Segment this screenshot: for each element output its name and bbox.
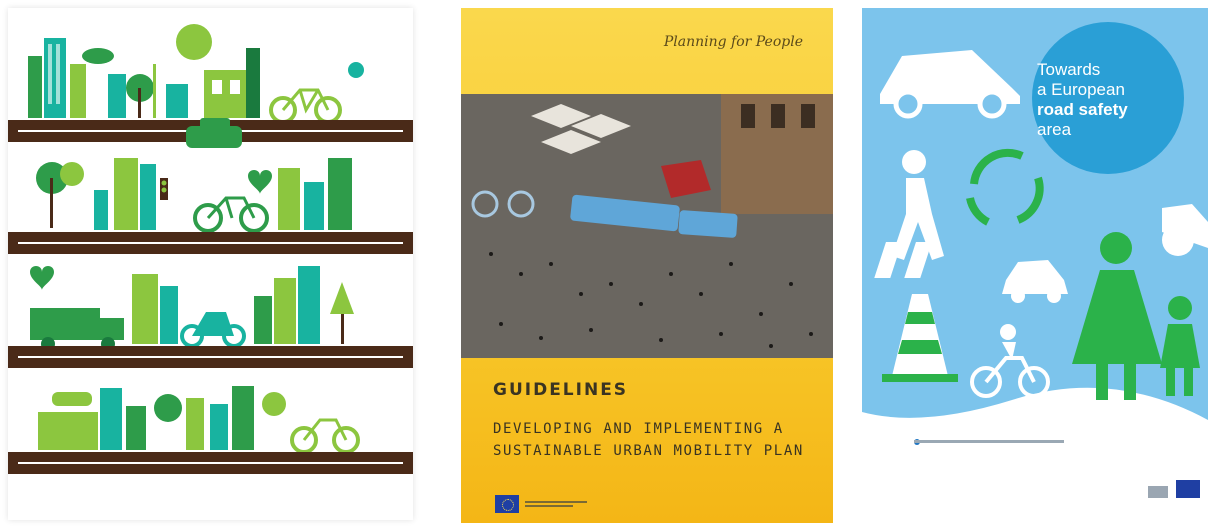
car-icon [52,392,92,406]
traffic-light-icon [160,178,168,200]
bicycle-icon [290,418,360,454]
heart-icon [248,170,272,194]
scooter-icon [180,312,246,348]
city-square-photo [461,94,833,358]
cover-subheading-line2: SUSTAINABLE URBAN MOBILITY PLAN [493,443,804,459]
truck-icon [30,308,124,351]
bicycle-icon [269,88,342,124]
fine-print-bar [914,440,1064,443]
road-safety-title: Towards a European road safety area [1037,60,1177,140]
title-line-3: road safety [1037,100,1128,119]
city-strip-2 [8,158,413,254]
road-safety-subtitle [914,439,1064,445]
cover-heading: GUIDELINES [493,380,629,400]
eu-flag-icon [1176,480,1200,498]
city-illustration [8,24,413,474]
bicycle-icon [193,196,269,233]
title-line-2: a European [1037,80,1125,99]
title-line-1: Towards [1037,60,1101,79]
cover-footer [495,495,587,513]
cover-subheading-line1: DEVELOPING AND IMPLEMENTING A [493,421,784,437]
title-line-4: area [1037,120,1072,139]
city-strip-1 [8,24,413,148]
city-strip-3 [8,266,413,368]
institution-logo [1148,486,1168,498]
guidelines-cover: Planning for People GUIDELINES DEVELOPIN… [461,8,833,523]
footer-fine-print [525,501,587,507]
city-illustration-cover [8,8,413,520]
heart-icon [30,266,54,290]
cover-subheading: DEVELOPING AND IMPLEMENTING A SUSTAINABL… [493,418,813,462]
city-strip-4 [8,386,413,474]
road-safety-cover: Towards a European road safety area [862,8,1208,520]
publisher-logos [1148,480,1200,498]
tree-icon [330,282,354,344]
eu-flag-icon [495,495,519,513]
cover-tagline: Planning for People [663,34,803,50]
